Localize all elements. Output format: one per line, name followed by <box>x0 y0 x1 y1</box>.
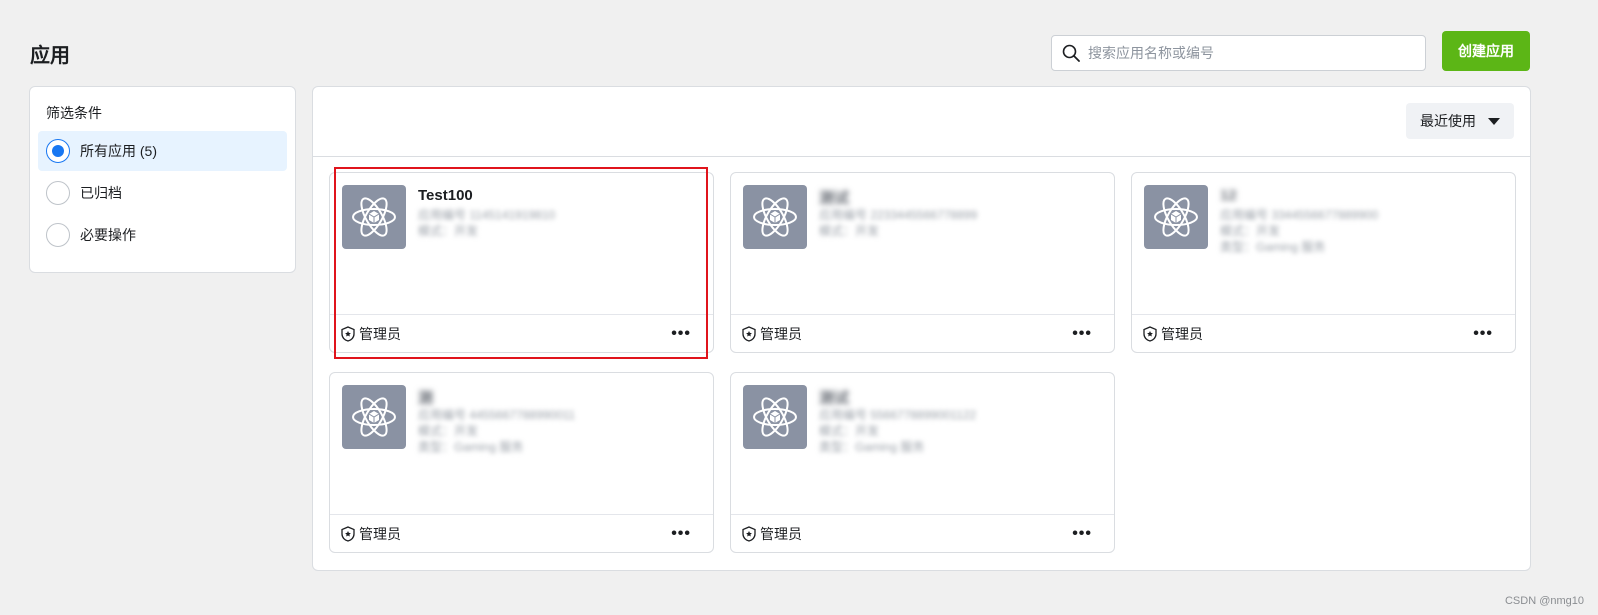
more-horizontal-icon[interactable]: ••• <box>1060 525 1104 543</box>
app-meta-line: 类型：Gaming 服务 <box>819 440 925 454</box>
app-meta: 应用编号 4455667788990011 模式：开发类型：Gaming 服务 <box>418 407 575 455</box>
atom-icon <box>753 397 797 437</box>
app-card-footer: 管理员 ••• <box>731 514 1114 552</box>
radio-unselected[interactable] <box>46 181 70 205</box>
app-role: 管理员 <box>760 525 802 542</box>
app-meta-line: 应用编号 5566778899001122 <box>819 408 977 422</box>
app-meta-line: 应用编号 2233445566778899 <box>819 208 978 222</box>
app-card-footer: 管理员 ••• <box>731 314 1114 352</box>
app-name[interactable]: 测试 <box>819 187 849 208</box>
app-meta: 应用编号 5566778899001122 模式：开发类型：Gaming 服务 <box>819 407 976 455</box>
app-meta-line: 模式：开发 <box>1220 224 1281 238</box>
search-box[interactable] <box>1051 35 1426 71</box>
app-meta: 应用编号 3344556677889900 模式：开发类型：Gaming 服务 <box>1220 207 1378 255</box>
sort-label: 最近使用 <box>1420 113 1476 129</box>
filter-option-all[interactable]: 所有应用 (5) <box>38 131 287 171</box>
atom-icon <box>352 197 396 237</box>
more-horizontal-icon[interactable]: ••• <box>1060 325 1104 343</box>
list-toolbar: 最近使用 <box>313 87 1530 157</box>
app-role: 管理员 <box>359 525 401 542</box>
caret-down-icon <box>1488 117 1500 125</box>
app-meta-line: 模式：开发 <box>819 424 880 438</box>
shield-star-icon <box>742 325 756 342</box>
atom-icon <box>352 397 396 437</box>
app-meta-line: 模式：开发 <box>418 424 479 438</box>
more-horizontal-icon[interactable]: ••• <box>659 525 703 543</box>
app-name[interactable]: 测 <box>418 387 433 408</box>
search-icon <box>1062 44 1080 62</box>
app-card-footer: 管理员 ••• <box>330 514 713 552</box>
atom-icon <box>753 197 797 237</box>
watermark: CSDN @nmg10 <box>1504 595 1584 607</box>
filter-option-archived[interactable]: 已归档 <box>38 173 287 213</box>
filter-option-required-actions[interactable]: 必要操作 <box>38 215 287 255</box>
app-meta-line: 模式：开发 <box>418 224 479 238</box>
app-card-footer: 管理员 ••• <box>330 314 713 352</box>
shield-star-icon <box>341 525 355 542</box>
app-name[interactable]: 测试 <box>819 387 849 408</box>
app-icon <box>1144 185 1208 249</box>
filter-panel: 筛选条件 所有应用 (5) 已归档 必要操作 <box>29 86 296 273</box>
more-horizontal-icon[interactable]: ••• <box>1461 325 1505 343</box>
app-meta-line: 模式：开发 <box>819 224 880 238</box>
app-card[interactable]: 测试 应用编号 2233445566778899 模式：开发管理员 ••• <box>730 172 1115 353</box>
app-name[interactable]: 12 <box>1220 187 1237 204</box>
radio-selected[interactable] <box>46 139 70 163</box>
filter-option-label: 已归档 <box>80 185 122 201</box>
more-horizontal-icon[interactable]: ••• <box>659 325 703 343</box>
app-card[interactable]: 测试 应用编号 5566778899001122 模式：开发类型：Gaming 服务… <box>730 372 1115 553</box>
app-icon <box>743 385 807 449</box>
app-role: 管理员 <box>1161 325 1203 342</box>
shield-star-icon <box>1143 325 1157 342</box>
shield-star-icon <box>742 525 756 542</box>
create-app-button[interactable]: 创建应用 <box>1442 31 1530 71</box>
app-meta-line: 应用编号 4455667788990011 <box>418 408 576 422</box>
app-icon <box>743 185 807 249</box>
app-meta-line: 应用编号 1145141919810 <box>418 208 556 222</box>
atom-icon <box>1154 197 1198 237</box>
app-card[interactable]: 测应用编号 4455667788990011 模式：开发类型：Gaming 服务管… <box>329 372 714 553</box>
app-card[interactable]: Test100 应用编号 1145141919810 模式：开发管理员 ••• <box>329 172 714 353</box>
app-meta: 应用编号 2233445566778899 模式：开发 <box>819 207 977 239</box>
app-meta: 应用编号 1145141919810 模式：开发 <box>418 207 555 239</box>
app-role: 管理员 <box>359 325 401 342</box>
radio-unselected[interactable] <box>46 223 70 247</box>
app-meta-line: 类型：Gaming 服务 <box>1220 240 1326 254</box>
filter-title: 筛选条件 <box>46 105 102 121</box>
sort-dropdown[interactable]: 最近使用 <box>1406 103 1514 139</box>
app-card[interactable]: 12 应用编号 3344556677889900 模式：开发类型：Gaming 服务… <box>1131 172 1516 353</box>
app-meta-line: 类型：Gaming 服务 <box>418 440 524 454</box>
filter-option-label: 所有应用 (5) <box>80 143 157 159</box>
app-card-footer: 管理员 ••• <box>1132 314 1515 352</box>
shield-star-icon <box>341 325 355 342</box>
filter-list: 所有应用 (5) 已归档 必要操作 <box>38 131 287 255</box>
app-meta-line: 应用编号 3344556677889900 <box>1220 208 1379 222</box>
app-role: 管理员 <box>760 325 802 342</box>
app-icon <box>342 185 406 249</box>
app-icon <box>342 385 406 449</box>
filter-option-label: 必要操作 <box>80 227 136 243</box>
app-name[interactable]: Test100 <box>418 187 473 204</box>
search-input[interactable] <box>1088 45 1408 61</box>
page-title: 应用 <box>30 45 70 67</box>
